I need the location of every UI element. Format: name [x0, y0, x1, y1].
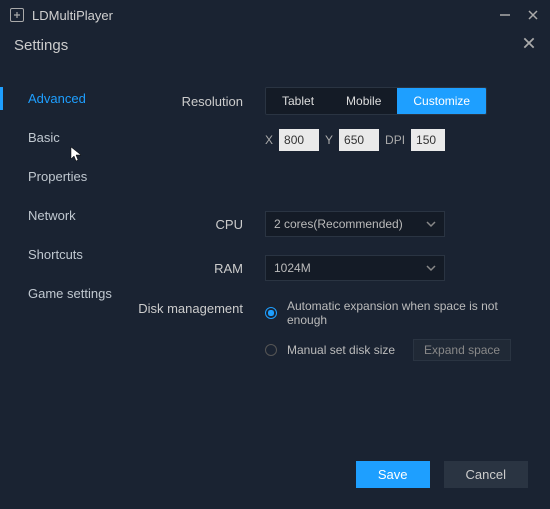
disk-label: Disk management	[130, 299, 265, 316]
sidebar-item-basic[interactable]: Basic	[0, 118, 130, 157]
settings-header: Settings	[0, 30, 550, 65]
disk-manual-option[interactable]: Manual set disk size Expand space	[265, 339, 530, 361]
page-title: Settings	[14, 37, 68, 54]
cpu-value: 2 cores(Recommended)	[274, 217, 403, 231]
dpi-input[interactable]	[411, 129, 445, 151]
ram-label: RAM	[130, 261, 265, 276]
cpu-select[interactable]: 2 cores(Recommended)	[265, 211, 445, 237]
sidebar-item-properties[interactable]: Properties	[0, 157, 130, 196]
cpu-label: CPU	[130, 217, 265, 232]
sidebar: Advanced Basic Properties Network Shortc…	[0, 65, 130, 504]
radio-unchecked-icon	[265, 344, 277, 356]
chevron-down-icon	[426, 263, 436, 273]
sidebar-item-game-settings[interactable]: Game settings	[0, 274, 130, 313]
dpi-label: DPI	[385, 133, 405, 147]
disk-auto-option[interactable]: Automatic expansion when space is not en…	[265, 299, 530, 327]
x-label: X	[265, 133, 273, 147]
save-button[interactable]: Save	[356, 461, 430, 488]
minimize-button[interactable]	[498, 8, 512, 22]
resolution-mode-group: Tablet Mobile Customize	[265, 87, 487, 115]
cancel-button[interactable]: Cancel	[444, 461, 528, 488]
sidebar-item-network[interactable]: Network	[0, 196, 130, 235]
app-icon	[10, 8, 24, 22]
ram-value: 1024M	[274, 261, 311, 275]
radio-checked-icon	[265, 307, 277, 319]
app-title: LDMultiPlayer	[32, 8, 498, 23]
chevron-down-icon	[426, 219, 436, 229]
tab-tablet[interactable]: Tablet	[266, 88, 330, 114]
y-label: Y	[325, 133, 333, 147]
x-input[interactable]	[279, 129, 319, 151]
titlebar: LDMultiPlayer	[0, 0, 550, 30]
sidebar-item-shortcuts[interactable]: Shortcuts	[0, 235, 130, 274]
expand-space-button[interactable]: Expand space	[413, 339, 511, 361]
y-input[interactable]	[339, 129, 379, 151]
tab-customize[interactable]: Customize	[397, 88, 486, 114]
disk-manual-label: Manual set disk size	[287, 343, 395, 357]
tab-mobile[interactable]: Mobile	[330, 88, 397, 114]
close-settings-button[interactable]	[522, 36, 536, 55]
resolution-label: Resolution	[130, 94, 265, 109]
ram-select[interactable]: 1024M	[265, 255, 445, 281]
disk-auto-label: Automatic expansion when space is not en…	[287, 299, 530, 327]
content-pane: Resolution Tablet Mobile Customize X Y D…	[130, 65, 550, 504]
sidebar-item-advanced[interactable]: Advanced	[0, 79, 130, 118]
close-button[interactable]	[526, 8, 540, 22]
